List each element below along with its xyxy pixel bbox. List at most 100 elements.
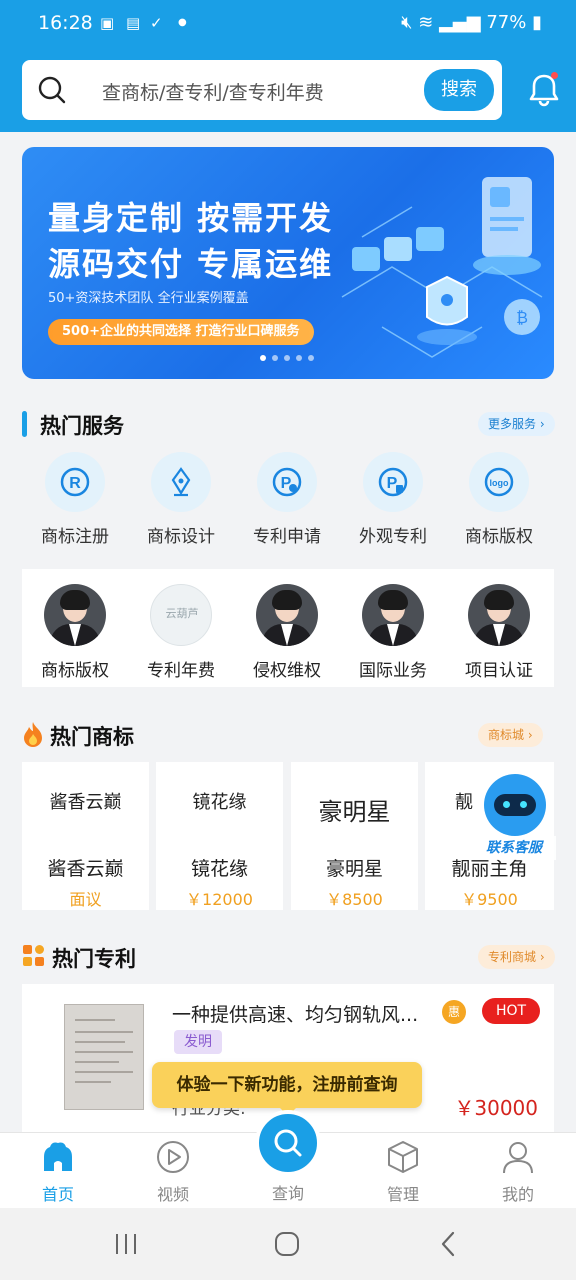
customer-service-label: 联系客服	[472, 836, 556, 860]
person-service-label: 项目认证	[465, 661, 533, 681]
hot-trademarks-title: 热门商标	[50, 725, 134, 749]
trademark-name: 豪明星	[325, 858, 383, 880]
query-button[interactable]	[255, 1110, 321, 1176]
trademark-artwork: 豪明星	[318, 798, 391, 826]
patent-certificate-image	[64, 1004, 144, 1110]
signal-icon: ▂▄▆	[439, 12, 481, 33]
person-service-label: 国际业务	[359, 661, 427, 681]
recent-apps-icon[interactable]	[114, 1230, 138, 1258]
search-placeholder[interactable]: 查商标/查专利/查专利年费	[102, 78, 324, 105]
search-bar[interactable]: 查商标/查专利/查专利年费 搜索	[22, 60, 502, 120]
bell-icon[interactable]	[526, 72, 562, 108]
service-label: 商标版权	[465, 527, 533, 547]
page-dot[interactable]	[284, 355, 290, 361]
dot-icon: ●	[178, 17, 187, 28]
tab-label: 我的	[501, 1185, 534, 1204]
tab-profile[interactable]: 我的	[478, 1139, 558, 1205]
patent-p-icon: P	[257, 452, 317, 512]
mute-icon: 🔇︎	[401, 12, 413, 33]
service-item[interactable]: P 专利申请	[234, 452, 340, 547]
wifi-icon: ≋	[418, 12, 434, 33]
person-service-item[interactable]: 侵权维权	[234, 584, 340, 681]
trademark-price: ￥8500	[326, 890, 383, 909]
trademark-price: 面议	[69, 890, 102, 909]
pen-nib-icon	[151, 452, 211, 512]
fire-icon	[24, 722, 42, 747]
trademark-mall-label: 商标城	[488, 728, 525, 742]
person-service-item[interactable]: 项目认证	[446, 584, 552, 681]
notification-dot	[551, 72, 558, 79]
service-item[interactable]: P 外观专利	[340, 452, 446, 547]
person-service-item[interactable]: 云葫芦 专利年费	[128, 584, 234, 681]
home-nav-icon[interactable]	[273, 1230, 301, 1258]
trademark-artwork: 镜花缘	[192, 792, 247, 813]
search-button[interactable]: 搜索	[424, 69, 494, 111]
check-icon: ✓	[150, 14, 163, 32]
service-item[interactable]: 商标设计	[128, 452, 234, 547]
chevron-right-icon: ›	[527, 728, 533, 742]
tab-label: 首页	[41, 1185, 74, 1204]
home-icon	[44, 1142, 72, 1171]
customer-service-widget[interactable]: 联系客服	[472, 770, 556, 862]
trademark-price: ￥9500	[461, 890, 518, 909]
trademark-name: 酱香云巅	[47, 858, 124, 880]
search-icon	[38, 76, 66, 104]
promo-banner[interactable]: 量身定制 按需开发 源码交付 专属运维 50+资深技术团队 全行业案例覆盖 50…	[22, 147, 554, 379]
cube-icon	[388, 1141, 418, 1173]
banner-headline-2: 源码交付 专属运维	[48, 245, 334, 283]
page-dot[interactable]	[272, 355, 278, 361]
status-right: 🔇︎ ≋ ▂▄▆ 77% ▮	[401, 12, 542, 33]
patent-mall-link[interactable]: 专利商城 ›	[478, 945, 555, 969]
banner-pagination	[260, 355, 314, 361]
more-services-link[interactable]: 更多服务 ›	[478, 412, 555, 436]
cloud-gourd-logo: 云葫芦	[150, 584, 212, 646]
discount-badge: 惠	[442, 1000, 466, 1024]
tab-home[interactable]: 首页	[18, 1139, 98, 1205]
trademark-name: 镜花缘	[190, 858, 248, 880]
search-icon	[274, 1129, 302, 1157]
trademark-card[interactable]: 镜花缘 镜花缘 ￥12000	[156, 762, 283, 910]
person-service-item[interactable]: 国际业务	[340, 584, 446, 681]
patent-type-tag: 发明	[174, 1030, 222, 1054]
tab-label: 视频	[156, 1185, 189, 1204]
trademark-price: ￥12000	[186, 890, 253, 909]
hot-services-title: 热门服务	[40, 414, 124, 438]
page-dot[interactable]	[308, 355, 314, 361]
tab-query-label[interactable]: 查询	[248, 1180, 328, 1204]
person-service-label: 商标版权	[41, 661, 109, 681]
banner-subtitle: 50+资深技术团队 全行业案例覆盖	[48, 291, 249, 306]
logo-icon: logo	[469, 452, 529, 512]
tab-manage[interactable]: 管理	[363, 1139, 443, 1205]
hot-patents-title: 热门专利	[52, 947, 136, 971]
design-patent-icon: P	[363, 452, 423, 512]
section-accent-bar	[22, 411, 27, 437]
feature-tooltip[interactable]: 体验一下新功能，注册前查询	[152, 1062, 422, 1116]
service-item[interactable]: R 商标注册	[22, 452, 128, 547]
banner-headline-1: 量身定制 按需开发	[48, 199, 334, 237]
svg-text:R: R	[69, 475, 81, 492]
page-dot-active[interactable]	[260, 355, 266, 361]
battery-text: 77%	[486, 12, 527, 33]
chevron-right-icon: ›	[539, 417, 545, 431]
tab-video[interactable]: 视频	[133, 1139, 213, 1205]
trademark-card[interactable]: 豪明星 豪明星 ￥8500	[291, 762, 418, 910]
service-item[interactable]: logo 商标版权	[446, 452, 552, 547]
trademark-mall-link[interactable]: 商标城 ›	[478, 723, 543, 747]
svg-text:logo: logo	[490, 478, 509, 488]
more-services-label: 更多服务	[488, 417, 537, 431]
back-icon[interactable]	[438, 1230, 458, 1258]
patent-price: ￥30000	[454, 1096, 538, 1120]
avatar	[44, 584, 106, 646]
service-label: 专利申请	[253, 527, 321, 547]
avatar	[256, 584, 318, 646]
grid-icon	[23, 945, 44, 966]
play-icon	[157, 1141, 189, 1173]
page-dot[interactable]	[296, 355, 302, 361]
patent-mall-label: 专利商城	[488, 950, 537, 964]
status-time: 16:28	[38, 12, 93, 34]
trademark-card[interactable]: 酱香云巅 酱香云巅 面议	[22, 762, 149, 910]
system-navigation-bar	[0, 1208, 576, 1280]
person-service-item[interactable]: 商标版权	[22, 584, 128, 681]
user-icon	[503, 1142, 533, 1174]
tech-illustration: ₿	[341, 177, 543, 358]
